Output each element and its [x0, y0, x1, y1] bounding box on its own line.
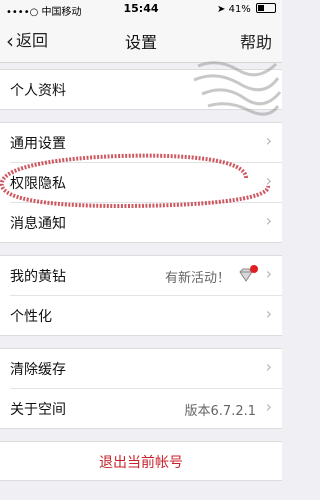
row-general-settings[interactable]: 通用设置 › [10, 123, 282, 163]
row-label: 权限隐私 [10, 176, 66, 192]
settings-group-vip: 我的黄钻 有新活动！ › 个性化 › [0, 255, 282, 336]
row-about[interactable]: 关于空间 版本6.7.2.1 › [10, 389, 282, 428]
row-clear-cache[interactable]: 清除缓存 › [10, 349, 282, 389]
chevron-right-icon: › [265, 304, 272, 323]
row-privacy[interactable]: 权限隐私 › [10, 163, 282, 203]
chevron-right-icon: › [265, 357, 272, 376]
navigation-bar: ‹ 返回 设置 帮助 [0, 18, 282, 63]
help-button[interactable]: 帮助 [240, 29, 272, 53]
chevron-right-icon: › [265, 131, 272, 150]
row-label: 通用设置 [10, 136, 66, 152]
yellow-diamond-icon [238, 265, 258, 282]
battery-icon [256, 3, 276, 13]
logout-label: 退出当前帐号 [99, 455, 183, 471]
row-personal-info[interactable]: 个人资料 [10, 70, 282, 109]
version-text: 版本6.7.2.1 [184, 404, 256, 419]
chevron-right-icon: › [265, 211, 272, 230]
status-bar: ••••○ 中国移动 15:44 ➤ 41% [0, 0, 282, 18]
row-notifications[interactable]: 消息通知 › [10, 203, 282, 242]
row-label: 消息通知 [10, 216, 66, 232]
chevron-right-icon: › [265, 264, 272, 283]
logout-button[interactable]: 退出当前帐号 [0, 441, 282, 481]
settings-group-profile: 个人资料 [0, 69, 282, 110]
row-label: 我的黄钻 [10, 269, 66, 285]
location-icon: ➤ [217, 4, 226, 15]
status-right: ➤ 41% [217, 3, 276, 15]
new-activity-text: 有新活动！ [164, 271, 230, 286]
settings-group-misc: 清除缓存 › 关于空间 版本6.7.2.1 › [0, 348, 282, 429]
badge-dot [250, 265, 258, 273]
chevron-right-icon: › [265, 397, 272, 416]
row-personalize[interactable]: 个性化 › [10, 296, 282, 335]
row-label: 清除缓存 [10, 362, 66, 378]
row-label: 个人资料 [10, 83, 66, 99]
row-label: 个性化 [10, 309, 52, 325]
row-label: 关于空间 [10, 402, 66, 418]
settings-group-general: 通用设置 › 权限隐私 › 消息通知 › [0, 122, 282, 243]
chevron-right-icon: › [265, 171, 272, 190]
battery-percent: 41% [228, 4, 251, 15]
row-yellow-diamond[interactable]: 我的黄钻 有新活动！ › [10, 256, 282, 296]
